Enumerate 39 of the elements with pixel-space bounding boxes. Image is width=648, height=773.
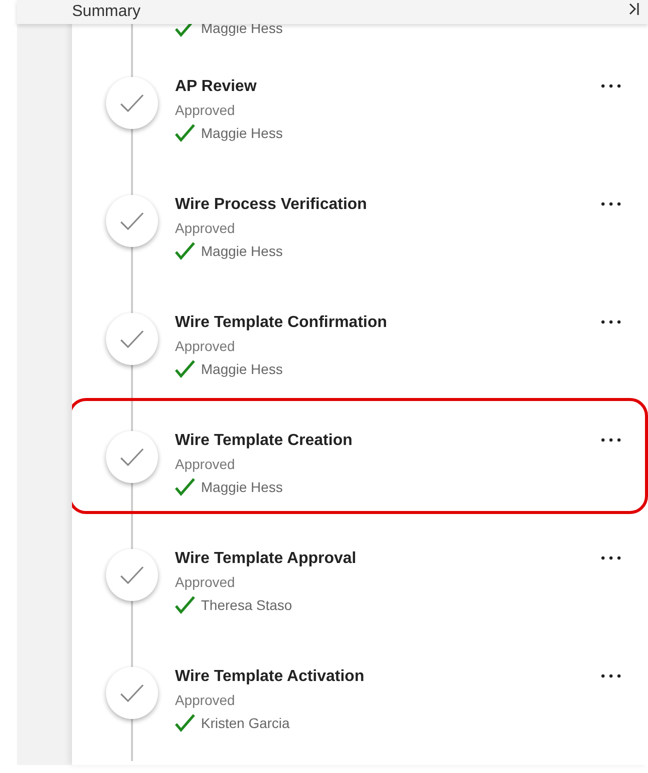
step-title: Wire Template Creation	[175, 432, 352, 450]
step-status: Approved	[175, 338, 236, 354]
check-icon	[175, 596, 195, 614]
more-options-button[interactable]	[599, 672, 623, 680]
step-title: Wire Template Confirmation	[175, 314, 388, 332]
more-options-button[interactable]	[599, 318, 623, 326]
approver-name: Kristen Garcia	[201, 715, 290, 731]
more-options-button[interactable]	[599, 436, 623, 444]
step-status: Approved	[175, 220, 236, 236]
step-check-icon	[106, 195, 158, 247]
step-status: Approved	[175, 102, 236, 118]
step-title: Wire Template Activation	[175, 668, 364, 686]
step-check-icon	[106, 549, 158, 601]
more-options-button[interactable]	[599, 82, 623, 90]
step-check-icon	[106, 313, 158, 365]
step-check-icon	[106, 77, 158, 129]
approver-name: Maggie Hess	[201, 243, 283, 259]
more-options-button[interactable]	[599, 554, 623, 562]
step-check-icon	[106, 431, 158, 483]
step-status: Approved	[175, 574, 236, 590]
check-icon	[175, 242, 195, 260]
approver-name: Maggie Hess	[201, 125, 283, 141]
collapse-icon[interactable]	[628, 2, 640, 16]
check-icon	[175, 360, 195, 378]
step-title: Wire Template Approval	[175, 550, 356, 568]
step-title: Wire Process Verification	[175, 196, 367, 214]
step-check-icon	[106, 667, 158, 719]
panel-title: Summary	[72, 3, 140, 21]
approver-name: Maggie Hess	[201, 361, 283, 377]
more-options-button[interactable]	[599, 200, 623, 208]
step-title: AP Review	[175, 78, 257, 96]
check-icon	[175, 124, 195, 142]
check-icon	[175, 478, 195, 496]
step-status: Approved	[175, 456, 236, 472]
approver-name: Maggie Hess	[201, 20, 283, 36]
check-icon	[175, 714, 195, 732]
step-status: Approved	[175, 692, 236, 708]
approver-name: Theresa Staso	[201, 597, 292, 613]
approver-name: Maggie Hess	[201, 479, 283, 495]
